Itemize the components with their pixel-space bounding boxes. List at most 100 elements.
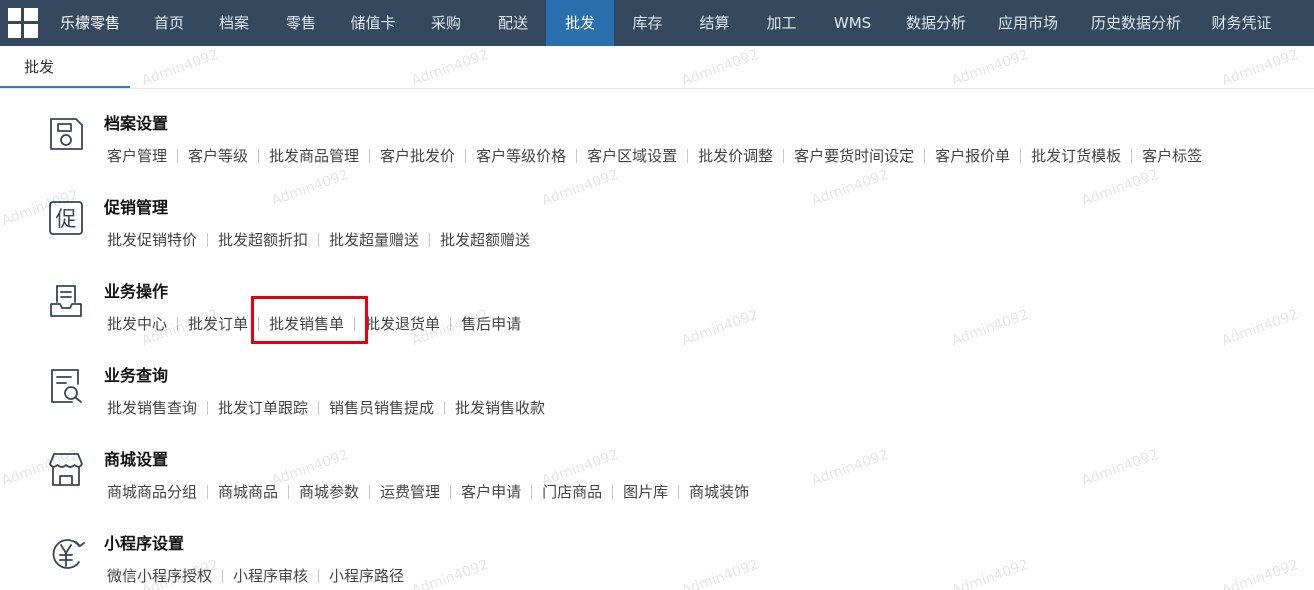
menu-link[interactable]: 批发超额折扣 — [218, 229, 308, 250]
section-links: 客户管理 客户等级 批发商品管理 客户批发价 客户等级价格 客户区域设置 批发价调整 客户要货… — [107, 145, 1202, 166]
section-links: 批发促销特价 批发超额折扣 批发超量赠送 批发超额赠送 — [107, 229, 530, 250]
link-separator — [612, 484, 614, 499]
menu-link[interactable]: 批发订单 — [188, 313, 248, 334]
menu-link[interactable]: 售后申请 — [461, 313, 521, 334]
grid-logo-icon[interactable] — [0, 0, 46, 46]
menu-link[interactable]: 客户申请 — [461, 481, 521, 502]
section-links: 批发销售查询 批发订单跟踪 销售员销售提成 批发销售收款 — [107, 397, 545, 418]
nav-item[interactable]: 数据分析 — [890, 0, 982, 46]
sub-tab-bar: 批发 — [0, 46, 1314, 89]
menu-link[interactable]: 商城装饰 — [689, 481, 749, 502]
link-separator — [354, 316, 356, 331]
link-separator — [207, 484, 209, 499]
menu-link[interactable]: 商城商品 — [218, 481, 278, 502]
nav-item[interactable]: 档案 — [200, 0, 268, 46]
nav-item[interactable]: 应用市场 — [982, 0, 1074, 46]
link-separator — [465, 148, 467, 163]
menu-link[interactable]: 批发订货模板 — [1031, 145, 1121, 166]
menu-link[interactable]: 销售员销售提成 — [329, 397, 434, 418]
menu-link[interactable]: 批发退货单 — [365, 313, 440, 334]
link-separator — [222, 568, 224, 583]
nav-item[interactable]: 财务凭证 — [1198, 0, 1285, 46]
menu-section: 小程序设置微信小程序授权 小程序审核 小程序路径 — [0, 510, 1314, 590]
link-separator — [678, 484, 680, 499]
menu-link[interactable]: 客户区域设置 — [587, 145, 677, 166]
menu-section: 档案设置客户管理 客户等级 批发商品管理 客户批发价 客户等级价格 客户区域设置 批发价调整… — [0, 90, 1314, 174]
nav-item[interactable]: 加工 — [748, 0, 815, 46]
subtab-wholesale[interactable]: 批发 — [0, 46, 130, 88]
menu-link[interactable]: 客户管理 — [107, 145, 167, 166]
nav-item[interactable]: 零售 — [268, 0, 334, 46]
link-separator — [369, 148, 371, 163]
store-icon — [46, 450, 86, 490]
menu-link[interactable]: 客户等级价格 — [476, 145, 566, 166]
link-separator — [429, 232, 431, 247]
menu-link[interactable]: 小程序审核 — [233, 565, 308, 586]
menu-link[interactable]: 批发中心 — [107, 313, 167, 334]
nav-item[interactable]: WMS — [815, 0, 890, 46]
link-separator — [318, 232, 320, 247]
link-separator — [444, 400, 446, 415]
menu-link[interactable]: 批发销售收款 — [455, 397, 545, 418]
nav-item[interactable]: 库存 — [614, 0, 681, 46]
link-separator — [450, 484, 452, 499]
top-nav: 乐檬零售 首页 档案 零售 储值卡 采购 配送 批发 库存 结算 加工 WMS 数据分析 应用市场 历史数… — [0, 0, 1314, 46]
nav-item[interactable]: 批发 — [546, 0, 615, 46]
menu-section: 业务查询批发销售查询 批发订单跟踪 销售员销售提成 批发销售收款 — [0, 342, 1314, 426]
link-separator — [177, 148, 179, 163]
menu-link[interactable]: 门店商品 — [542, 481, 602, 502]
nav-item[interactable]: 配送 — [480, 0, 546, 46]
menu-link[interactable]: 客户批发价 — [380, 145, 455, 166]
link-separator — [450, 316, 452, 331]
nav-item[interactable]: 储值卡 — [334, 0, 412, 46]
menu-link[interactable]: 商城商品分组 — [107, 481, 197, 502]
menu-section: 业务操作 批发中心 批发订单 批发销售单 批发退货单 售后申请 — [0, 258, 1314, 342]
link-separator — [783, 148, 785, 163]
menu-link[interactable]: 批发销售查询 — [107, 397, 197, 418]
section-title: 业务查询 — [104, 366, 169, 385]
nav-item[interactable]: 结算 — [681, 0, 748, 46]
menu-link[interactable]: 批发销售单 — [269, 313, 344, 334]
yuan-icon — [46, 534, 86, 574]
menu-link[interactable]: 商城参数 — [299, 481, 359, 502]
menu-link[interactable]: 客户标签 — [1142, 145, 1202, 166]
link-separator — [177, 316, 179, 331]
link-separator — [318, 568, 320, 583]
link-separator — [369, 484, 371, 499]
section-title: 档案设置 — [104, 114, 169, 133]
business-operation-icon — [46, 282, 86, 322]
menu-section: 商城设置商城商品分组 商城商品 商城参数 运费管理 客户申请 门店商品 图片库 商城装饰 — [0, 426, 1314, 510]
section-title: 小程序设置 — [104, 534, 185, 553]
nav-item[interactable]: 首页 — [138, 0, 200, 46]
link-separator — [1131, 148, 1133, 163]
link-separator — [318, 400, 320, 415]
menu-link[interactable]: 批发价调整 — [698, 145, 773, 166]
menu-link[interactable]: 客户要货时间设定 — [794, 145, 914, 166]
menu-link[interactable]: 批发商品管理 — [269, 145, 359, 166]
menu-link[interactable]: 图片库 — [623, 481, 668, 502]
link-separator — [207, 232, 209, 247]
link-separator — [687, 148, 689, 163]
promotion-icon: 促 — [46, 198, 86, 238]
menu-link[interactable]: 微信小程序授权 — [107, 565, 212, 586]
menu-link[interactable]: 批发超额赠送 — [440, 229, 530, 250]
business-query-icon — [46, 366, 86, 406]
link-separator — [924, 148, 926, 163]
link-separator — [288, 484, 290, 499]
menu-link[interactable]: 批发超量赠送 — [329, 229, 419, 250]
svg-text:促: 促 — [56, 207, 77, 231]
link-separator — [258, 148, 260, 163]
menu-link[interactable]: 批发订单跟踪 — [218, 397, 308, 418]
menu-link[interactable]: 小程序路径 — [329, 565, 404, 586]
menu-link[interactable]: 运费管理 — [380, 481, 440, 502]
link-separator — [258, 316, 260, 331]
menu-link[interactable]: 客户报价单 — [935, 145, 1010, 166]
archive-settings-icon — [46, 114, 86, 154]
link-separator — [1020, 148, 1022, 163]
menu-link[interactable]: 客户等级 — [188, 145, 248, 166]
section-title: 商城设置 — [104, 450, 169, 469]
nav-item[interactable]: 采购 — [412, 0, 480, 46]
menu-link[interactable]: 批发促销特价 — [107, 229, 197, 250]
link-separator — [207, 400, 209, 415]
nav-item[interactable]: 历史数据分析 — [1074, 0, 1198, 46]
